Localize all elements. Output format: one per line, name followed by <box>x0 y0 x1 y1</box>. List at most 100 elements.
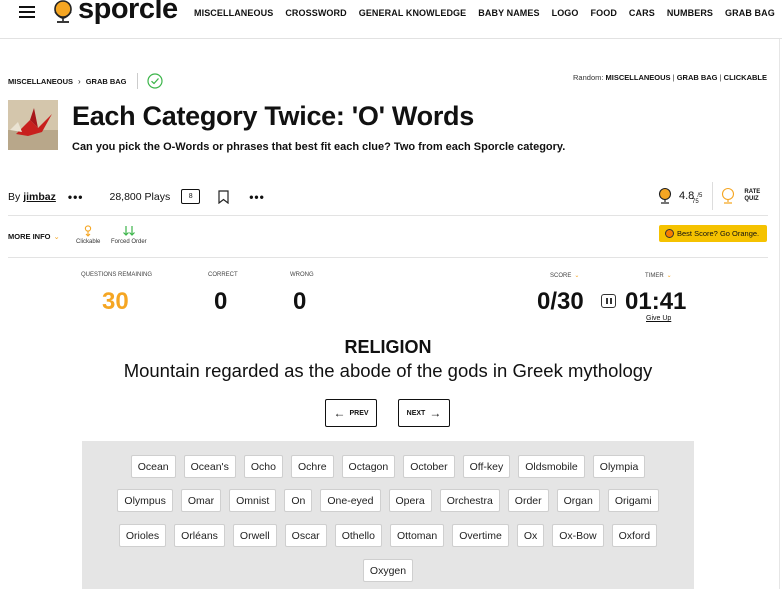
nav-link-grab-bag[interactable]: GRAB BAG <box>725 8 775 18</box>
answer-option[interactable]: Olympus <box>117 489 173 512</box>
answer-row: Oxygen <box>82 559 694 582</box>
comments-button[interactable]: 8 <box>181 189 201 204</box>
question-category: RELIGION <box>344 337 432 357</box>
answer-option[interactable]: Opera <box>388 489 432 512</box>
answer-option[interactable]: Ocean <box>130 455 176 478</box>
random-link-miscellaneous[interactable]: MISCELLANEOUS <box>606 73 671 82</box>
next-button[interactable]: NEXT → <box>398 399 450 427</box>
chevron-down-icon: ⌄ <box>574 273 580 279</box>
arrow-right-icon: → <box>429 406 442 420</box>
answer-row: Olympus Omar Omnist On One-eyed Opera Or… <box>82 489 694 512</box>
answer-option[interactable]: Ox <box>516 524 545 547</box>
score-label[interactable]: SCORE ⌄ <box>550 272 579 279</box>
rate-label-line2: QUIZ <box>744 196 759 202</box>
answer-option[interactable]: Octagon <box>341 455 396 478</box>
breadcrumb-grab-bag[interactable]: GRAB BAG <box>86 77 127 86</box>
top-navigation: sporcle MISCELLANEOUS CROSSWORD GENERAL … <box>0 0 782 39</box>
author-link[interactable]: jimbaz <box>23 191 56 203</box>
pause-button[interactable] <box>601 294 616 308</box>
pointer-icon <box>85 225 92 237</box>
more-info-label: MORE INFO <box>8 232 51 241</box>
questions-remaining-value: 30 <box>102 288 129 315</box>
rate-quiz-button[interactable]: RATE QUIZ <box>721 187 760 205</box>
answer-option[interactable]: Orioles <box>118 524 167 547</box>
nav-link-food[interactable]: FOOD <box>591 8 617 18</box>
best-score-button[interactable]: Best Score? Go Orange. <box>659 225 767 242</box>
answer-option[interactable]: Ochre <box>290 455 334 478</box>
chevron-down-icon: ⌄ <box>666 273 672 279</box>
answer-option[interactable]: Overtime <box>452 524 509 547</box>
answer-option[interactable]: On <box>284 489 313 512</box>
nav-link-miscellaneous[interactable]: MISCELLANEOUS <box>194 8 273 18</box>
answer-option[interactable]: Othello <box>334 524 382 547</box>
answer-option[interactable]: Ottoman <box>389 524 445 547</box>
score-value: 0/30 <box>537 288 584 315</box>
tag-clickable-label: Clickable <box>76 239 101 245</box>
answer-option[interactable]: Off-key <box>462 455 511 478</box>
answer-option[interactable]: Orléans <box>174 524 225 547</box>
answer-row: Ocean Ocean's Ocho Ochre Octagon October… <box>82 455 694 478</box>
quiz-title: Each Category Twice: 'O' Words <box>72 101 474 131</box>
sporcle-logo-icon[interactable] <box>52 0 74 26</box>
answer-option[interactable]: Ocho <box>243 455 283 478</box>
rating-count: 75 <box>692 199 699 205</box>
answer-row: Orioles Orléans Orwell Oscar Othello Ott… <box>82 524 694 547</box>
give-up-link[interactable]: Give Up <box>646 315 671 322</box>
answer-option[interactable]: Olympia <box>592 455 646 478</box>
nav-link-baby-names[interactable]: BABY NAMES <box>478 8 539 18</box>
rating-globe-icon <box>658 187 672 204</box>
chevron-right-icon: › <box>78 76 81 86</box>
answer-option[interactable]: Oldsmobile <box>518 455 585 478</box>
chevron-down-icon: ⌄ <box>53 232 60 241</box>
answer-option[interactable]: Oxygen <box>362 559 414 582</box>
score-label-text: SCORE <box>550 273 572 279</box>
nav-link-general-knowledge[interactable]: GENERAL KNOWLEDGE <box>359 8 467 18</box>
tag-clickable[interactable]: Clickable <box>76 225 100 245</box>
by-label: By <box>8 190 21 203</box>
random-label: Random: <box>573 73 604 82</box>
breadcrumb-miscellaneous[interactable]: MISCELLANEOUS <box>8 77 73 86</box>
tag-forced-order[interactable]: Forced Order <box>111 225 147 245</box>
answer-option[interactable]: Omar <box>180 489 222 512</box>
rating-area: 4.8 /5 75 RATE QUIZ <box>658 182 760 210</box>
answer-option[interactable]: Orchestra <box>439 489 500 512</box>
answer-option[interactable]: Oxford <box>611 524 658 547</box>
bookmark-icon[interactable] <box>218 189 229 204</box>
timer-label[interactable]: TIMER ⌄ <box>645 272 672 279</box>
more-info-toggle[interactable]: MORE INFO ⌄ <box>8 232 60 241</box>
play-count: 28,800 Plays <box>109 190 171 203</box>
author-more-icon[interactable]: ••• <box>68 190 84 204</box>
more-options-icon[interactable]: ••• <box>249 190 265 204</box>
answer-option[interactable]: Order <box>507 489 549 512</box>
quiz-meta: By jimbaz ••• 28,800 Plays 8 ••• <box>8 189 265 204</box>
rate-quiz-label: RATE QUIZ <box>744 189 760 203</box>
answer-option[interactable]: Omnist <box>229 489 277 512</box>
rate-globe-icon <box>722 187 735 204</box>
correct-value: 0 <box>214 288 228 315</box>
random-link-grab-bag[interactable]: GRAB BAG <box>677 73 718 82</box>
menu-icon[interactable] <box>19 6 35 19</box>
nav-link-numbers[interactable]: NUMBERS <box>667 8 713 18</box>
sporcle-logo[interactable]: sporcle <box>78 0 178 26</box>
divider <box>8 257 768 258</box>
questions-remaining-label: QUESTIONS REMAINING <box>81 272 153 278</box>
random-link-clickable[interactable]: CLICKABLE <box>724 73 767 82</box>
answer-option[interactable]: Ox-Bow <box>552 524 604 547</box>
verified-check-icon <box>146 73 163 89</box>
answer-option[interactable]: Orwell <box>232 524 277 547</box>
answer-option[interactable]: October <box>403 455 455 478</box>
pause-icon-bar <box>606 298 608 304</box>
answer-option[interactable]: Origami <box>607 489 659 512</box>
answer-option[interactable]: One-eyed <box>320 489 381 512</box>
answer-option[interactable]: Organ <box>556 489 600 512</box>
nav-link-cars[interactable]: CARS <box>629 8 655 18</box>
answer-option[interactable]: Oscar <box>284 524 327 547</box>
answer-option[interactable]: Ocean's <box>183 455 236 478</box>
tag-forced-order-label: Forced Order <box>111 239 147 245</box>
origami-crane-image <box>8 100 58 150</box>
timer-value: 01:41 <box>625 288 687 315</box>
nav-link-crossword[interactable]: CROSSWORD <box>285 8 346 18</box>
nav-link-logo[interactable]: LOGO <box>552 8 579 18</box>
prev-button[interactable]: ← PREV <box>325 399 377 427</box>
breadcrumb: MISCELLANEOUS › GRAB BAG <box>8 73 163 89</box>
